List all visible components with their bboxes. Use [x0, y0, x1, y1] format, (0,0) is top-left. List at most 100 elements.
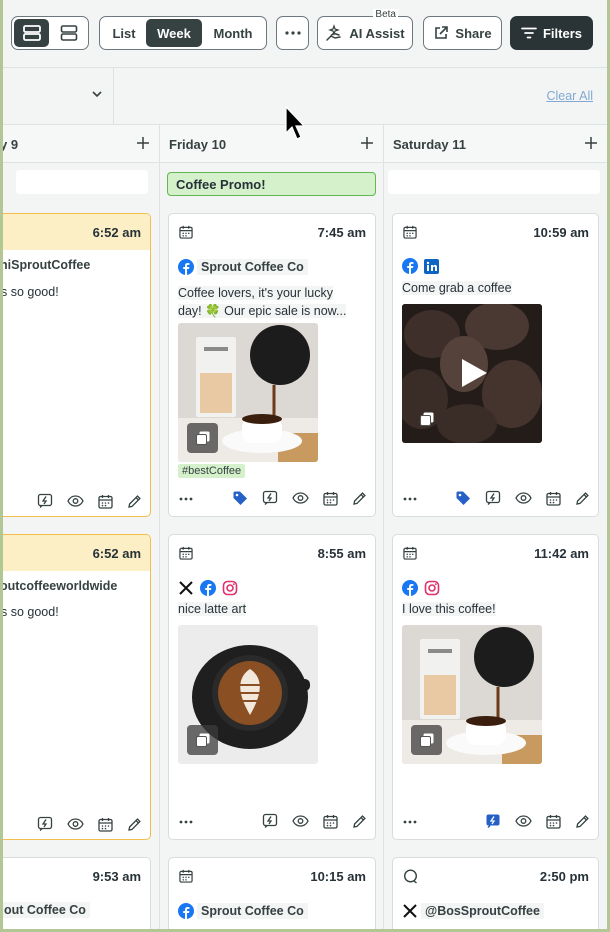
- calendar-icon[interactable]: [323, 491, 338, 506]
- post-text: I love this coffee!: [402, 600, 590, 618]
- filters-button[interactable]: Filters: [510, 16, 593, 50]
- more-button[interactable]: [276, 16, 309, 50]
- calendar-icon: [403, 225, 417, 239]
- add-post-icon[interactable]: [359, 135, 375, 151]
- calendar-icon[interactable]: [546, 814, 561, 829]
- multi-image-icon: [195, 431, 209, 445]
- boost-icon[interactable]: [262, 813, 278, 829]
- calendar-icon[interactable]: [546, 491, 561, 506]
- eye-icon[interactable]: [515, 491, 532, 505]
- post-text-line: Coffee lovers, it's your lucky: [178, 286, 333, 300]
- day-column-saturday: Saturday 11 10:59 am Come grab a coffee: [384, 125, 607, 929]
- ellipsis-icon[interactable]: [179, 497, 193, 501]
- all-day-event[interactable]: Coffee Promo!: [167, 172, 376, 196]
- add-post-icon[interactable]: [135, 135, 151, 151]
- card-actions: [37, 816, 142, 832]
- chevron-down-icon[interactable]: [91, 89, 103, 99]
- calendar-icon[interactable]: [98, 817, 113, 832]
- card-header: 6:52 am: [3, 214, 150, 250]
- multi-image-icon: [419, 733, 433, 747]
- post-time: 6:52 am: [92, 546, 141, 561]
- tab-month[interactable]: Month: [202, 19, 264, 47]
- filter-lines-icon: [521, 27, 537, 39]
- post-image[interactable]: [178, 323, 318, 462]
- boost-icon[interactable]: [262, 490, 278, 506]
- pencil-icon[interactable]: [127, 817, 142, 832]
- all-day-row: [3, 165, 159, 201]
- card-header: 9:53 am: [3, 858, 150, 894]
- post-video[interactable]: [402, 304, 542, 443]
- calendar-icon[interactable]: [323, 814, 338, 829]
- mouse-cursor-icon: [285, 106, 306, 140]
- range-tabs: List Week Month: [99, 16, 267, 50]
- post-text: nice latte art: [178, 600, 367, 618]
- share-button[interactable]: Share: [423, 16, 502, 50]
- eye-icon[interactable]: [67, 494, 84, 508]
- calendar-icon[interactable]: [98, 494, 113, 509]
- boost-icon[interactable]: [37, 493, 53, 509]
- tag-icon[interactable]: [455, 490, 471, 506]
- tag-icon[interactable]: [232, 490, 248, 506]
- post-image[interactable]: [178, 625, 318, 764]
- calendar-icon: [179, 869, 193, 883]
- list-view-toggle[interactable]: [14, 19, 49, 47]
- pencil-icon[interactable]: [352, 491, 367, 506]
- card-header: 2:50 pm: [393, 858, 598, 894]
- post-card[interactable]: 2:50 pm @BosSproutCoffee: [392, 857, 599, 929]
- eye-icon[interactable]: [67, 817, 84, 831]
- facebook-icon: [402, 258, 418, 274]
- beta-badge: Beta: [373, 9, 398, 20]
- pencil-icon[interactable]: [127, 494, 142, 509]
- post-text: Coffee lovers, it's your lucky day! 🍀 Ou…: [178, 284, 367, 320]
- boost-active-icon[interactable]: [485, 813, 501, 829]
- card-actions: [262, 813, 367, 829]
- toolbar: List Week Month Beta AI Assist Share Fil…: [3, 0, 607, 67]
- ellipsis-icon[interactable]: [403, 820, 417, 824]
- all-day-row: Coffee Promo!: [160, 165, 383, 201]
- pencil-icon[interactable]: [575, 491, 590, 506]
- post-text-line: day! 🍀 Our epic sale is now...: [178, 304, 347, 318]
- post-card[interactable]: 8:55 am nice latte art: [168, 534, 376, 840]
- post-image[interactable]: [402, 625, 542, 764]
- tab-list[interactable]: List: [102, 19, 146, 47]
- all-day-slot[interactable]: [16, 170, 148, 194]
- post-card[interactable]: 9:53 am out Coffee Co: [3, 857, 151, 929]
- post-card[interactable]: 11:42 am I love this coffee!: [392, 534, 599, 840]
- post-text: Come grab a coffee: [402, 279, 590, 297]
- eye-icon[interactable]: [292, 814, 309, 828]
- pencil-icon[interactable]: [352, 814, 367, 829]
- reply-bubble-icon: [403, 869, 418, 884]
- filters-label: Filters: [542, 25, 582, 41]
- ellipsis-icon[interactable]: [179, 820, 193, 824]
- tab-week[interactable]: Week: [146, 19, 202, 47]
- add-post-icon[interactable]: [583, 135, 599, 151]
- day-label: y 9: [3, 137, 19, 152]
- card-header: 8:55 am: [169, 535, 375, 571]
- facebook-icon: [178, 259, 194, 275]
- clear-all-link[interactable]: Clear All: [546, 89, 593, 103]
- ellipsis-icon[interactable]: [403, 497, 417, 501]
- calendar-icon: [403, 546, 417, 560]
- grid-view-toggle[interactable]: [51, 19, 86, 47]
- grid-view-icon: [60, 25, 77, 41]
- pencil-icon[interactable]: [575, 814, 590, 829]
- post-text: s so good!: [3, 285, 59, 299]
- boost-icon[interactable]: [485, 490, 501, 506]
- eye-icon[interactable]: [292, 491, 309, 505]
- boost-icon[interactable]: [37, 816, 53, 832]
- post-time: 2:50 pm: [539, 869, 589, 884]
- post-card[interactable]: 10:59 am Come grab a coffee: [392, 213, 599, 517]
- all-day-slot[interactable]: [388, 170, 600, 194]
- post-card[interactable]: 7:45 am Sprout Coffee Co Coffee lovers, …: [168, 213, 376, 517]
- multi-image-icon: [419, 412, 433, 426]
- post-card[interactable]: 6:52 am outcoffeeworldwide s so good!: [3, 534, 151, 840]
- ai-assist-button[interactable]: Beta AI Assist: [317, 9, 413, 50]
- play-icon[interactable]: [456, 356, 490, 390]
- day-column-thursday: y 9 6:52 am niSproutCoffee s so good! 6:…: [3, 125, 160, 929]
- ellipsis-icon: [284, 31, 301, 35]
- post-card[interactable]: 6:52 am niSproutCoffee s so good!: [3, 213, 151, 517]
- eye-icon[interactable]: [515, 814, 532, 828]
- card-actions: [455, 490, 590, 506]
- post-card[interactable]: 10:15 am Sprout Coffee Co: [168, 857, 376, 929]
- calendar-app: List Week Month Beta AI Assist Share Fil…: [3, 0, 607, 929]
